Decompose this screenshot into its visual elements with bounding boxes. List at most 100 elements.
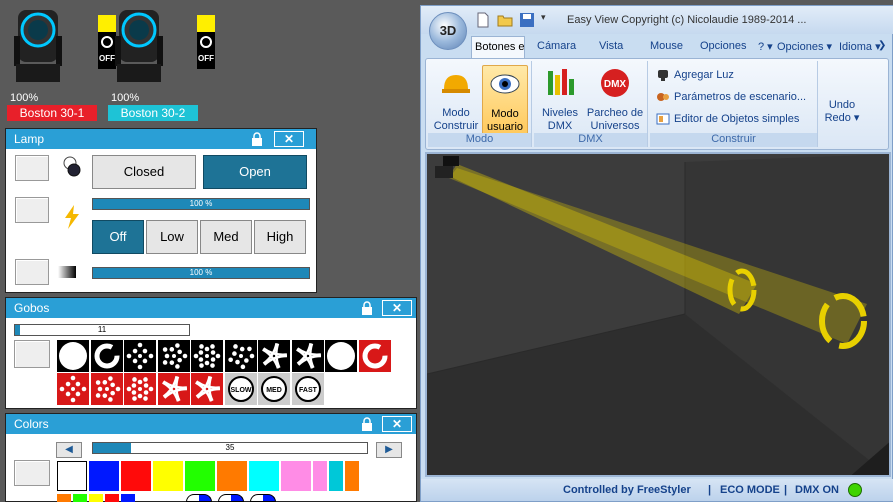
dimmer-bar[interactable]: 100 % — [92, 267, 310, 279]
color-swatch[interactable] — [121, 494, 135, 502]
gobo-button[interactable] — [124, 340, 156, 372]
color-swatch[interactable] — [105, 494, 119, 502]
moving-head-icon — [115, 10, 163, 82]
shutter-preset-button[interactable] — [15, 155, 49, 181]
color-swatch[interactable] — [89, 461, 119, 491]
eye-icon — [490, 74, 520, 94]
color-slider[interactable]: 35 — [92, 442, 368, 454]
fixture-boston-30-2[interactable]: 100% Boston 30-2 — [101, 0, 198, 121]
undo-button[interactable]: Undo Redo ▾ — [822, 99, 862, 125]
lamp-panel: Lamp ✕ Closed Open 100 % Off Low Med Hig… — [5, 128, 317, 293]
fixture-intensity: 100% — [10, 92, 39, 104]
gobo-button[interactable] — [157, 373, 190, 405]
tab-camara[interactable]: Cámara — [537, 40, 576, 52]
closed-button[interactable]: Closed — [92, 155, 196, 189]
gobo-button[interactable] — [191, 340, 223, 372]
tab-help-menu[interactable]: ? ▾ — [758, 40, 773, 53]
color-swatch[interactable] — [313, 461, 327, 491]
lock-icon[interactable] — [250, 132, 264, 146]
tab-opciones[interactable]: Opciones — [700, 40, 746, 52]
tab-botones[interactable]: Botones e — [471, 36, 525, 58]
ribbon-collapse-icon[interactable]: ❯ — [878, 40, 888, 52]
power-preset-button[interactable] — [15, 197, 49, 223]
color-swatch[interactable] — [281, 461, 311, 491]
agregar-luz-button[interactable]: Agregar Luz — [656, 69, 734, 82]
color-swatch[interactable] — [345, 461, 359, 491]
color-swatch[interactable] — [89, 494, 103, 502]
color-next-button[interactable]: ▶ — [376, 442, 402, 458]
lock-icon[interactable] — [360, 417, 374, 431]
modo-usuario-button[interactable]: Modo usuario — [482, 65, 528, 135]
gobo-button[interactable] — [157, 340, 190, 372]
gobo-button[interactable] — [57, 340, 89, 372]
add-light-icon — [658, 70, 668, 82]
gobo-slider[interactable]: 11 — [14, 324, 190, 336]
color-swatch[interactable] — [57, 461, 87, 491]
tab-idioma-menu[interactable]: Idioma ▾ — [839, 40, 881, 53]
lock-icon[interactable] — [360, 301, 374, 315]
fixture-boston-30-1[interactable]: 100% Boston 30-1 — [0, 0, 97, 121]
gobo-button[interactable] — [258, 340, 290, 372]
parcheo-universos-button[interactable]: DMX Parcheo de Universos — [584, 67, 646, 133]
fixture-name-tag: Boston 30-1 — [7, 105, 97, 121]
power-high-button[interactable]: High — [254, 220, 306, 254]
color-swatch[interactable] — [121, 461, 151, 491]
save-icon[interactable] — [519, 12, 535, 28]
niveles-dmx-button[interactable]: Niveles DMX — [538, 67, 582, 133]
gobo-preset-button[interactable] — [14, 340, 50, 368]
app-orb-button[interactable]: 3D — [429, 12, 467, 50]
tab-opciones-menu[interactable]: Opciones ▾ — [777, 40, 832, 53]
dimmer-preset-button[interactable] — [15, 259, 49, 285]
tab-vista[interactable]: Vista — [599, 40, 623, 52]
color-swatch[interactable] — [57, 494, 71, 502]
gobo-button[interactable] — [191, 373, 223, 405]
parametros-escenario-button[interactable]: Parámetros de escenario... — [656, 91, 806, 103]
title-bar: ▾ Easy View Copyright (c) Nicolaudie 198… — [421, 6, 893, 34]
color-swatch[interactable] — [73, 494, 87, 502]
color-wheel-icon[interactable] — [186, 494, 212, 502]
color-swatch[interactable] — [153, 461, 183, 491]
new-file-icon[interactable] — [475, 12, 491, 28]
tab-mouse[interactable]: Mouse — [650, 40, 683, 52]
open-folder-icon[interactable] — [497, 12, 513, 28]
color-prev-button[interactable]: ◀ — [56, 442, 82, 458]
gobo-button[interactable] — [124, 373, 156, 405]
gobo-button[interactable] — [57, 373, 89, 405]
gobos-panel: Gobos ✕ 11 SLOW MED FAST — [5, 297, 417, 409]
gobo-button[interactable] — [90, 373, 123, 405]
gobo-button[interactable] — [224, 340, 257, 372]
close-button[interactable]: ✕ — [274, 131, 304, 147]
open-button[interactable]: Open — [203, 155, 307, 189]
color-swatch[interactable] — [217, 461, 247, 491]
intensity-bar[interactable]: 100 % — [92, 198, 310, 210]
color-wheel-icon[interactable] — [218, 494, 244, 502]
color-swatch[interactable] — [329, 461, 343, 491]
panel-title: Lamp — [14, 132, 45, 146]
gobo-button[interactable] — [358, 340, 391, 372]
3d-viewport[interactable] — [425, 152, 891, 477]
color-wheel-icon[interactable] — [250, 494, 276, 502]
moving-head-icon — [14, 10, 62, 82]
window-title: Easy View Copyright (c) Nicolaudie 1989-… — [567, 14, 807, 26]
close-button[interactable]: ✕ — [382, 300, 412, 316]
redo-button[interactable]: Redo ▾ — [822, 112, 862, 125]
lamp-panel-header: Lamp ✕ — [6, 129, 316, 149]
gobo-button[interactable] — [90, 340, 123, 372]
close-button[interactable]: ✕ — [382, 416, 412, 432]
color-swatch[interactable] — [249, 461, 279, 491]
power-med-button[interactable]: Med — [200, 220, 252, 254]
gobo-rotation-med-button[interactable]: MED — [258, 373, 290, 405]
power-off-button[interactable]: Off — [92, 220, 144, 254]
gobo-rotation-slow-button[interactable]: SLOW — [224, 373, 257, 405]
power-low-button[interactable]: Low — [146, 220, 198, 254]
color-swatch[interactable] — [185, 461, 215, 491]
dmx-patch-icon: DMX — [601, 69, 629, 97]
ribbon-tabs: Botones e Cámara Vista Mouse Opciones ? … — [421, 36, 893, 58]
gobo-button[interactable] — [325, 340, 357, 372]
gobo-rotation-fast-button[interactable]: FAST — [291, 373, 324, 405]
modo-construir-button[interactable]: Modo Construir — [432, 67, 480, 133]
editor-objetos-button[interactable]: Editor de Objetos simples — [656, 113, 799, 125]
gobo-button[interactable] — [291, 340, 324, 372]
qat-dropdown-icon[interactable]: ▾ — [541, 12, 557, 28]
color-preset-button[interactable] — [14, 460, 50, 486]
